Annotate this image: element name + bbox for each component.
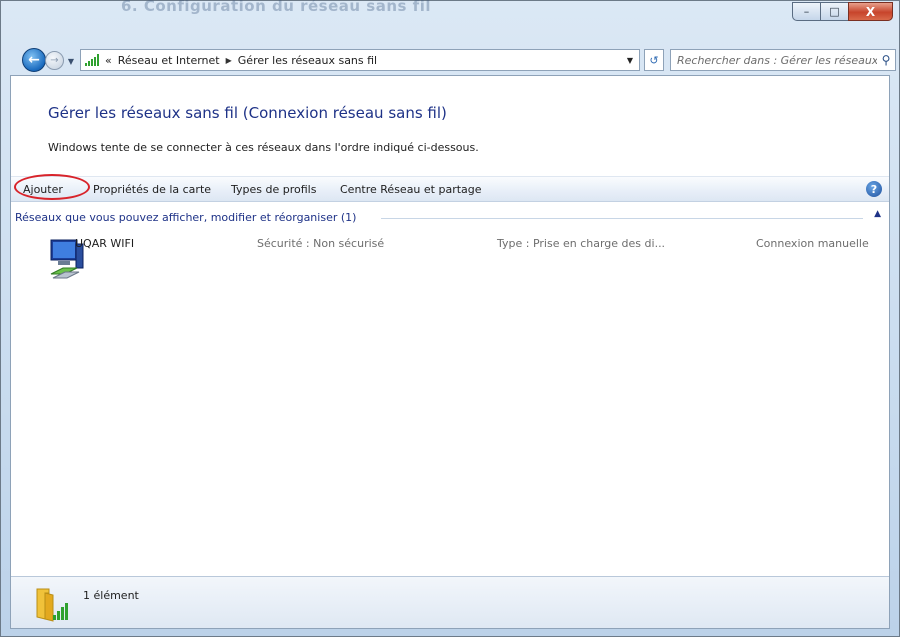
close-button[interactable]: X: [848, 2, 893, 21]
maximize-icon: □: [829, 5, 840, 18]
back-button[interactable]: ←: [22, 48, 46, 72]
adapter-properties-button[interactable]: Propriétés de la carte: [93, 183, 211, 196]
network-group-header[interactable]: Réseaux que vous pouvez afficher, modifi…: [15, 209, 883, 227]
group-divider: [381, 218, 863, 219]
collapse-chevron-icon[interactable]: ▲: [874, 209, 881, 219]
breadcrumb-separator-icon[interactable]: ▶: [226, 56, 232, 65]
chevron-down-icon: ▼: [67, 56, 75, 66]
content-pane: Gérer les réseaux sans fil (Connexion ré…: [10, 75, 890, 629]
network-sharing-center-button[interactable]: Centre Réseau et partage: [340, 183, 482, 196]
page-title: Gérer les réseaux sans fil (Connexion ré…: [48, 104, 447, 122]
network-type: Type : Prise en charge des di...: [497, 237, 666, 250]
command-bar: Ajouter Propriétés de la carte Types de …: [11, 174, 889, 202]
network-security: Sécurité : Non sécurisé: [257, 237, 385, 250]
search-icon[interactable]: ⚲: [877, 53, 895, 67]
network-list-item[interactable]: UQAR WIFI Sécurité : Non sécurisé Type :…: [15, 232, 883, 288]
refresh-button[interactable]: ↺: [644, 49, 664, 71]
search-input[interactable]: Rechercher dans : Gérer les réseaux sa..…: [677, 54, 877, 67]
wireless-folder-icon: [36, 588, 68, 622]
close-icon: X: [865, 4, 876, 19]
navigation-bar: ← → ▼ « Réseau et Internet ▶ Gérer les r…: [1, 37, 899, 77]
item-count: 1 élément: [83, 589, 139, 602]
network-connection-mode: Connexion manuelle: [756, 237, 869, 250]
page-description: Windows tente de se connecter à ces rése…: [48, 141, 479, 154]
network-signal-icon: [85, 54, 99, 66]
refresh-icon: ↺: [649, 53, 659, 67]
profile-types-button[interactable]: Types de profils: [231, 183, 316, 196]
status-bar: 1 élément: [11, 576, 889, 628]
recent-pages-dropdown[interactable]: ▼: [65, 55, 77, 67]
arrow-right-icon: →: [50, 55, 59, 66]
network-name: UQAR WIFI: [75, 237, 135, 250]
breadcrumb-overflow[interactable]: «: [105, 54, 112, 67]
arrow-left-icon: ←: [28, 52, 40, 68]
minimize-icon: –: [803, 5, 810, 18]
breadcrumb-gerer-reseaux[interactable]: Gérer les réseaux sans fil: [238, 54, 377, 67]
caption-buttons: – □ X: [792, 2, 893, 21]
minimize-button[interactable]: –: [792, 2, 820, 21]
search-box[interactable]: Rechercher dans : Gérer les réseaux sa..…: [670, 49, 896, 71]
background-window-title: 6. Configuration du réseau sans fil: [121, 0, 431, 15]
breadcrumb-reseau-internet[interactable]: Réseau et Internet: [118, 54, 220, 67]
explorer-window: 6. Configuration du réseau sans fil – □ …: [0, 0, 900, 637]
help-icon[interactable]: ?: [866, 181, 882, 197]
forward-button[interactable]: →: [45, 51, 64, 70]
add-button[interactable]: Ajouter: [23, 183, 63, 196]
address-bar[interactable]: « Réseau et Internet ▶ Gérer les réseaux…: [80, 49, 640, 71]
address-dropdown-icon[interactable]: ▼: [621, 56, 639, 65]
title-bar[interactable]: 6. Configuration du réseau sans fil – □ …: [1, 0, 899, 37]
group-label: Réseaux que vous pouvez afficher, modifi…: [15, 211, 362, 224]
maximize-button[interactable]: □: [820, 2, 848, 21]
